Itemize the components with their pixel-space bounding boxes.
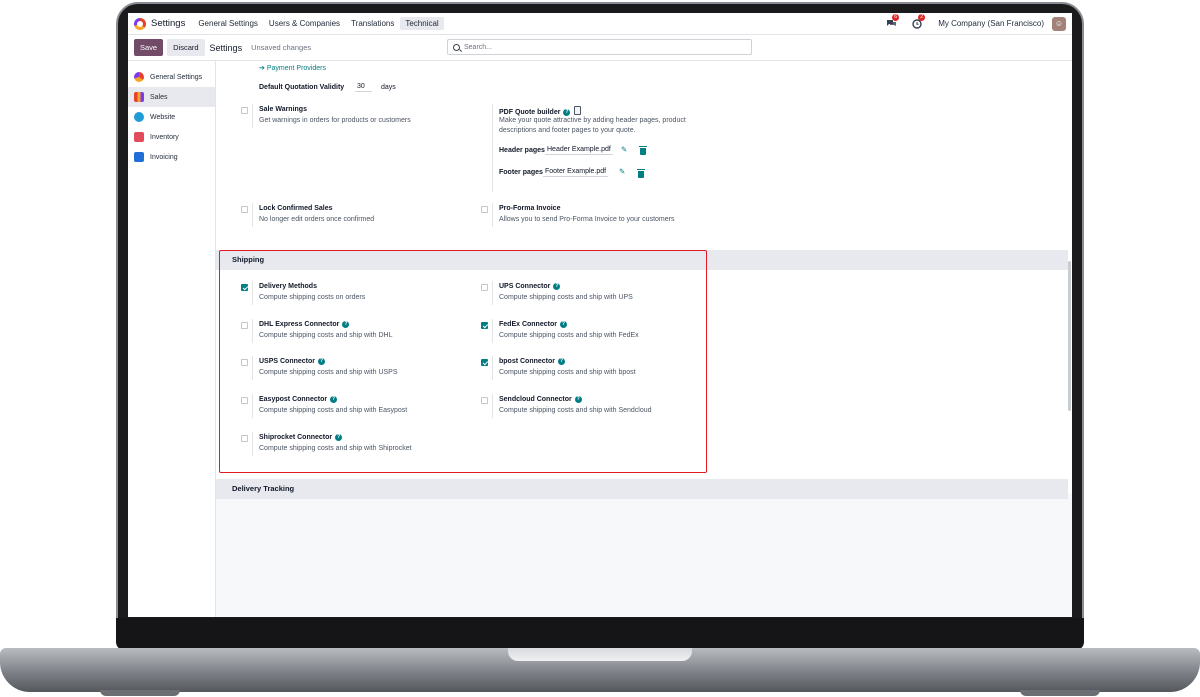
search-icon [453, 43, 460, 51]
laptop-foot-left [100, 690, 180, 696]
chat-icon[interactable]: 6 [886, 13, 899, 29]
sidebar-item-label: Inventory [150, 133, 179, 141]
chat-badge: 6 [892, 13, 899, 21]
trash-icon[interactable] [639, 146, 647, 155]
top-navbar: Settings General Settings Users & Compan… [128, 13, 1072, 35]
search-placeholder: Search... [464, 43, 493, 51]
quotation-validity-input[interactable]: 30 [355, 83, 372, 92]
trash-icon[interactable] [637, 169, 645, 178]
unsaved-status: Unsaved changes [251, 43, 312, 52]
sidebar-item-invoicing[interactable]: Invoicing [128, 147, 215, 167]
sidebar-item-label: Invoicing [150, 153, 178, 161]
edit-pencil-icon[interactable]: ✎ [621, 146, 629, 154]
pdf-quote-builder-desc-1: Make your quote attractive by adding hea… [499, 117, 686, 124]
divider [252, 104, 253, 128]
invoicing-app-icon [134, 152, 144, 162]
proforma-invoice-desc: Allows you to send Pro-Forma Invoice to … [499, 216, 675, 223]
app-title[interactable]: Settings [151, 18, 185, 29]
sales-app-icon [134, 92, 144, 102]
general-settings-app-icon [134, 72, 144, 82]
sidebar-item-sales[interactable]: Sales [128, 87, 215, 107]
sidebar-item-general-settings[interactable]: General Settings [128, 67, 215, 87]
sidebar-item-label: Website [150, 113, 176, 121]
laptop-frame: Settings General Settings Users & Compan… [0, 0, 1200, 697]
laptop-notch [508, 648, 692, 661]
divider [492, 104, 493, 192]
lock-confirmed-sales-checkbox[interactable] [241, 206, 248, 213]
menu-translations[interactable]: Translations [346, 17, 399, 30]
navbar-systray: 6 2 My Company (San Francisco) ☺ [886, 13, 1072, 31]
app-menu-icon[interactable] [134, 17, 146, 30]
settings-sidebar: General Settings Sales Website Inventory… [128, 61, 216, 617]
header-pages-label: Header pages [499, 147, 545, 154]
sale-warnings-title: Sale Warnings [259, 106, 307, 113]
activity-badge: 2 [918, 13, 925, 21]
shipping-highlight-box [219, 250, 707, 473]
sidebar-item-label: Sales [150, 93, 168, 101]
footer-pages-label: Footer pages [499, 169, 543, 176]
laptop-foot-right [1020, 690, 1100, 696]
proforma-invoice-title: Pro-Forma Invoice [499, 205, 561, 212]
menu-users-companies[interactable]: Users & Companies [264, 17, 345, 30]
delivery-tracking-section-header: Delivery Tracking [216, 479, 1068, 499]
document-icon [574, 106, 582, 115]
company-switcher[interactable]: My Company (San Francisco) [938, 19, 1044, 28]
page-title: Settings [209, 42, 243, 53]
activity-clock-icon[interactable]: 2 [912, 13, 925, 29]
pdf-quote-builder-title: PDF Quote builder? [499, 106, 582, 116]
app-screen: Settings General Settings Users & Compan… [128, 13, 1072, 617]
website-app-icon [134, 112, 144, 122]
control-panel: Save Discard Settings Unsaved changes Se… [128, 35, 1072, 61]
content-background [216, 493, 1072, 617]
save-button[interactable]: Save [134, 39, 164, 56]
header-pages-file[interactable]: Header Example.pdf [545, 146, 613, 155]
footer-pages-file[interactable]: Footer Example.pdf [543, 168, 609, 177]
sidebar-item-label: General Settings [150, 73, 203, 81]
screen-chin [116, 618, 1084, 650]
payment-providers-link[interactable]: ➔ Payment Providers [259, 64, 326, 72]
menu-general-settings[interactable]: General Settings [193, 17, 263, 30]
lock-confirmed-sales-title: Lock Confirmed Sales [259, 205, 333, 212]
proforma-invoice-checkbox[interactable] [481, 206, 488, 213]
divider [492, 203, 493, 227]
quotation-validity-label: Default Quotation Validity [259, 84, 345, 91]
content-scrollbar[interactable] [1068, 261, 1071, 411]
pdf-quote-builder-desc-2: descriptions and footer pages to your qu… [499, 127, 636, 134]
search-input[interactable]: Search... [447, 39, 752, 55]
sidebar-item-inventory[interactable]: Inventory [128, 127, 215, 147]
edit-pencil-icon[interactable]: ✎ [619, 168, 627, 176]
settings-content: ➔ Payment Providers Default Quotation Va… [216, 61, 1072, 617]
inventory-app-icon [134, 132, 144, 142]
user-avatar[interactable]: ☺ [1052, 16, 1066, 31]
help-icon[interactable]: ? [563, 109, 571, 116]
discard-button[interactable]: Discard [167, 39, 205, 56]
sale-warnings-checkbox[interactable] [241, 107, 248, 114]
divider [252, 203, 253, 227]
sidebar-item-website[interactable]: Website [128, 107, 215, 127]
sale-warnings-desc: Get warnings in orders for products or c… [259, 117, 411, 124]
quotation-validity-unit: days [381, 84, 396, 91]
menu-technical[interactable]: Technical [400, 17, 444, 30]
arrow-right-icon: ➔ [259, 65, 265, 72]
lock-confirmed-sales-desc: No longer edit orders once confirmed [259, 216, 375, 223]
